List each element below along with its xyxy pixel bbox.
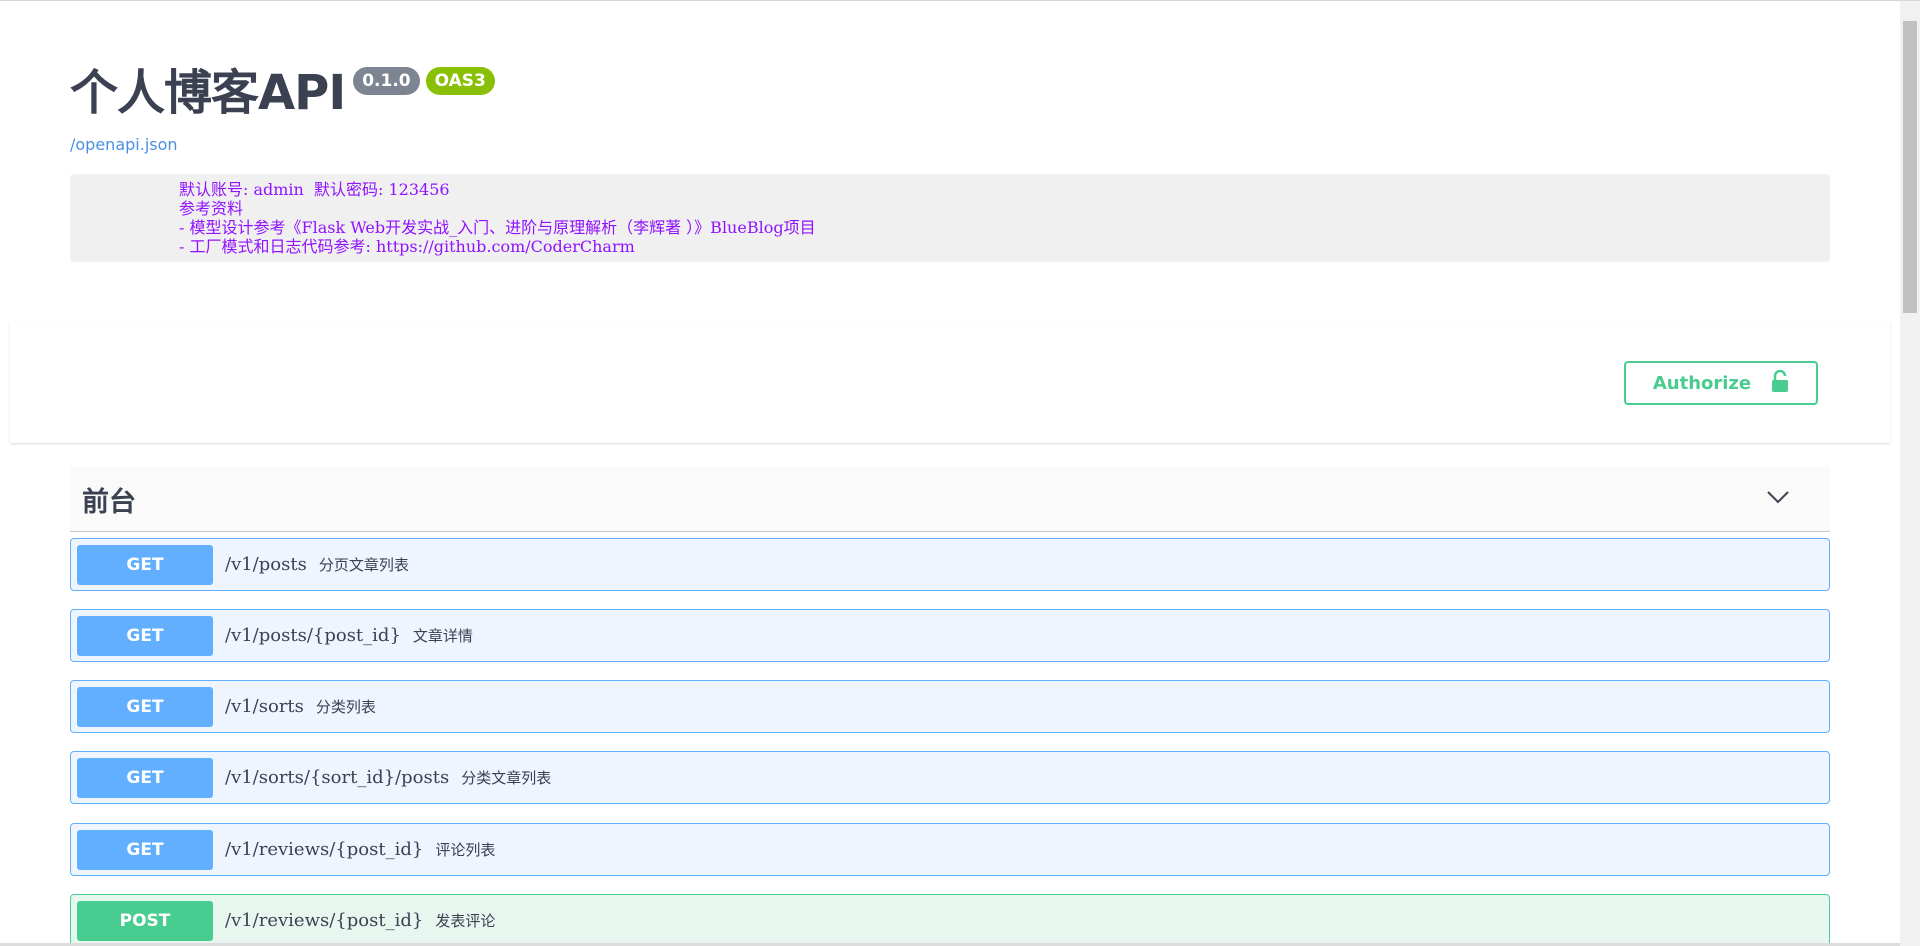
scheme-container: Authorize: [10, 323, 1890, 443]
operation-get-sort-posts[interactable]: GET /v1/sorts/{sort_id}/posts 分类文章列表: [70, 751, 1830, 804]
operation-summary: 发表评论: [435, 912, 496, 930]
swagger-page: 个人博客API 0.1.0 OAS3 /openapi.json 默认账号: a…: [0, 1, 1900, 946]
description-line: 默认账号: admin 默认密码: 123456: [179, 180, 450, 199]
method-badge: GET: [77, 615, 213, 656]
openapi-json-link[interactable]: /openapi.json: [70, 135, 178, 154]
version-badge: 0.1.0: [353, 67, 420, 95]
tag-header[interactable]: 前台: [70, 467, 1830, 532]
operation-get-reviews[interactable]: GET /v1/reviews/{post_id} 评论列表: [70, 823, 1830, 876]
operation-path: /v1/posts: [225, 554, 307, 575]
operation-path: /v1/sorts: [225, 696, 304, 717]
operation-summary: 评论列表: [435, 841, 496, 859]
method-badge: GET: [77, 686, 213, 727]
method-badge: GET: [77, 829, 213, 870]
authorize-label: Authorize: [1652, 372, 1752, 394]
api-title: 个人博客API: [70, 65, 346, 121]
operation-path: /v1/reviews/{post_id}: [225, 910, 424, 931]
operation-get-post-detail[interactable]: GET /v1/posts/{post_id} 文章详情: [70, 609, 1830, 662]
authorize-button[interactable]: Authorize: [1624, 361, 1818, 405]
operation-path: /v1/posts/{post_id}: [225, 625, 401, 646]
tag-title: 前台: [82, 486, 136, 518]
method-badge: POST: [77, 900, 213, 941]
operation-get-posts[interactable]: GET /v1/posts 分页文章列表: [70, 538, 1830, 591]
unlock-icon: [1771, 369, 1789, 397]
description-line: - 模型设计参考《Flask Web开发实战_入门、进阶与原理解析（李辉著 ）》…: [179, 218, 816, 237]
operation-summary: 分类文章列表: [461, 769, 552, 787]
operation-post-review[interactable]: POST /v1/reviews/{post_id} 发表评论: [70, 894, 1830, 946]
description-line: - 工厂模式和日志代码参考: https://github.com/CoderC…: [179, 237, 635, 256]
api-description: 默认账号: admin 默认密码: 123456 参考资料 - 模型设计参考《Fla…: [70, 174, 1830, 262]
operation-summary: 文章详情: [412, 627, 473, 645]
method-badge: GET: [77, 757, 213, 798]
operation-path: /v1/sorts/{sort_id}/posts: [225, 767, 450, 788]
chevron-down-icon[interactable]: [1766, 490, 1790, 509]
description-line: 参考资料: [179, 199, 244, 218]
vertical-scrollbar[interactable]: [1900, 1, 1920, 946]
api-info: 个人博客API 0.1.0 OAS3 /openapi.json: [70, 61, 1830, 155]
oas-badge: OAS3: [425, 67, 495, 95]
tag-section-frontend: 前台 GET /v1/posts 分页文章列表 GET /v1/posts/{p…: [70, 467, 1830, 946]
operation-get-sorts[interactable]: GET /v1/sorts 分类列表: [70, 680, 1830, 733]
operation-summary: 分类列表: [315, 698, 376, 716]
scrollbar-thumb[interactable]: [1903, 21, 1917, 313]
operation-path: /v1/reviews/{post_id}: [225, 839, 424, 860]
method-badge: GET: [77, 544, 213, 585]
operation-summary: 分页文章列表: [318, 556, 409, 574]
